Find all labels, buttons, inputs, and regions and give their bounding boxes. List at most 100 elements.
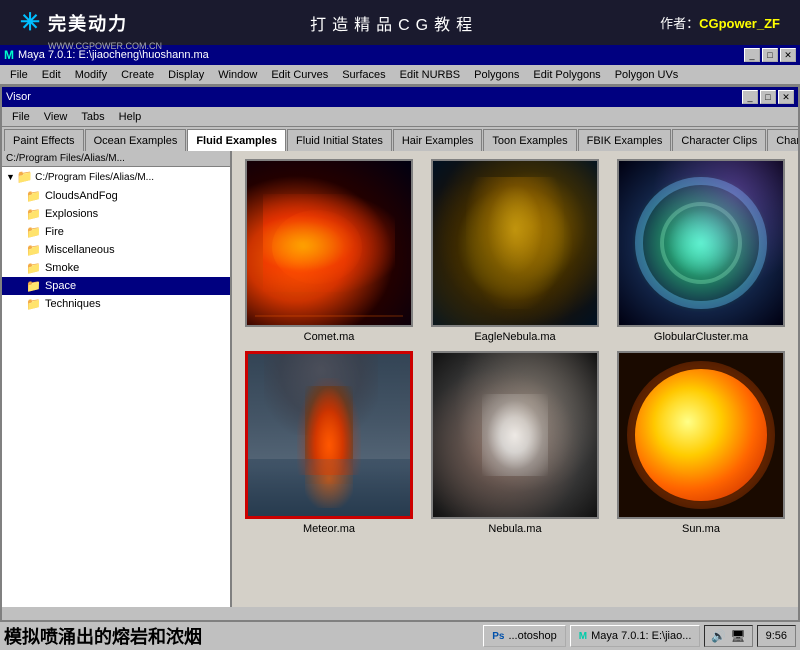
content-area: C:/Program Files/Alias/M... ▼ 📁 C:/Progr… [2, 151, 798, 607]
thumb-label-eagle-nebula: EagleNebula.ma [474, 331, 555, 343]
thumbnail-meteor[interactable]: Meteor.ma [240, 351, 418, 535]
thumb-label-comet: Comet.ma [304, 331, 355, 343]
menu-item-edit[interactable]: Edit [36, 67, 67, 83]
menu-item-create[interactable]: Create [115, 67, 160, 83]
menu-item-editcurves[interactable]: Edit Curves [265, 67, 334, 83]
visor-close-button[interactable]: ✕ [778, 90, 794, 104]
folder-icon-miscellaneous: 📁 [26, 243, 41, 257]
thumb-label-globular-cluster: GlobularCluster.ma [654, 331, 748, 343]
maya-taskbar-icon: M [579, 631, 587, 642]
visor-menu-help[interactable]: Help [113, 109, 148, 125]
visor-title: Visor [6, 91, 31, 103]
tree-item-miscellaneous[interactable]: 📁 Miscellaneous [2, 241, 230, 259]
thumb-img-eagle-nebula [431, 159, 599, 327]
thumb-img-sun [617, 351, 785, 519]
menu-item-editnurbs[interactable]: Edit NURBS [394, 67, 467, 83]
menu-item-display[interactable]: Display [162, 67, 210, 83]
photoshop-icon: Ps [492, 631, 504, 642]
tree-label-fire: Fire [45, 226, 64, 238]
menu-item-polygonuvs[interactable]: Polygon UVs [609, 67, 685, 83]
folder-icon-fire: 📁 [26, 225, 41, 239]
tree-label-techniques: Techniques [45, 298, 101, 310]
visor-titlebar: Visor _ □ ✕ [2, 87, 798, 107]
speaker-icon: 🔊 [711, 629, 726, 643]
tab-fluid-examples[interactable]: Fluid Examples [187, 129, 286, 151]
tab-character-clips[interactable]: Character Clips [672, 129, 766, 151]
thumb-img-globular-cluster [617, 159, 785, 327]
top-banner: ✳ 完美动力 WWW.CGPOWER.COM.CN 打造精品CG教程 作者：CG… [0, 0, 800, 45]
visor-menu-file[interactable]: File [6, 109, 36, 125]
tree-label-smoke: Smoke [45, 262, 79, 274]
tree-item-space[interactable]: 📁 Space [2, 277, 230, 295]
tree-root-icon: 📁 [17, 169, 33, 185]
maya-taskbar-label: Maya 7.0.1: E:\jiao... [591, 630, 691, 642]
tab-character-poses[interactable]: Character Poses [767, 129, 798, 151]
menu-item-window[interactable]: Window [212, 67, 263, 83]
taskbar-maya[interactable]: M Maya 7.0.1: E:\jiao... [570, 625, 701, 647]
visor-menu: File View Tabs Help [2, 107, 798, 127]
clock-area: 9:56 [757, 625, 796, 647]
maya-titlebar-controls[interactable]: _ □ ✕ [744, 48, 796, 62]
path-bar: C:/Program Files/Alias/M... [2, 151, 230, 167]
network-icon: 🖥 [730, 629, 745, 643]
tree-item-techniques[interactable]: 📁 Techniques [2, 295, 230, 313]
sys-tray: 🔊 🖥 [704, 625, 752, 647]
menu-item-file[interactable]: File [4, 67, 34, 83]
thumb-img-comet [245, 159, 413, 327]
thumbnail-eagle-nebula[interactable]: EagleNebula.ma [426, 159, 604, 343]
logo-cn-text: 完美动力 [48, 10, 128, 36]
tab-fluid-initial-states[interactable]: Fluid Initial States [287, 129, 392, 151]
thumbnail-sun[interactable]: Sun.ma [612, 351, 790, 535]
logo-snowflake: ✳ [20, 8, 40, 37]
visor-titlebar-controls[interactable]: _ □ ✕ [742, 90, 794, 104]
menu-item-surfaces[interactable]: Surfaces [336, 67, 391, 83]
banner-title: 打造精品CG教程 [310, 11, 478, 35]
tree-label-miscellaneous: Miscellaneous [45, 244, 115, 256]
left-panel: C:/Program Files/Alias/M... ▼ 📁 C:/Progr… [2, 151, 232, 607]
tab-ocean-examples[interactable]: Ocean Examples [85, 129, 187, 151]
right-panel[interactable]: Comet.ma EagleNebula.ma [232, 151, 798, 607]
taskbar-photoshop[interactable]: Ps ...otoshop [483, 625, 566, 647]
logo-url-text: WWW.CGPOWER.COM.CN [48, 41, 162, 51]
thumb-img-nebula [431, 351, 599, 519]
tree-label-cloudsandfog: CloudsAndFog [45, 190, 118, 202]
visor-menu-view[interactable]: View [38, 109, 74, 125]
tabs-container: Paint Effects Ocean Examples Fluid Examp… [2, 127, 798, 151]
visor-maximize-button[interactable]: □ [760, 90, 776, 104]
thumbnail-comet[interactable]: Comet.ma [240, 159, 418, 343]
tab-hair-examples[interactable]: Hair Examples [393, 129, 483, 151]
clock-time: 9:56 [766, 630, 787, 642]
visor-minimize-button[interactable]: _ [742, 90, 758, 104]
tree-root-arrow: ▼ [6, 172, 15, 182]
folder-icon-cloudsandfog: 📁 [26, 189, 41, 203]
menu-item-modify[interactable]: Modify [69, 67, 113, 83]
tree-item-explosions[interactable]: 📁 Explosions [2, 205, 230, 223]
banner-author-name: CGpower_ZF [699, 16, 780, 31]
thumb-label-nebula: Nebula.ma [488, 523, 541, 535]
thumbnails-grid: Comet.ma EagleNebula.ma [240, 159, 790, 535]
close-button[interactable]: ✕ [780, 48, 796, 62]
menu-item-editpolygons[interactable]: Edit Polygons [527, 67, 606, 83]
thumbnail-nebula[interactable]: Nebula.ma [426, 351, 604, 535]
thumb-label-sun: Sun.ma [682, 523, 720, 535]
tree-item-smoke[interactable]: 📁 Smoke [2, 259, 230, 277]
tree-root-item[interactable]: ▼ 📁 C:/Program Files/Alias/M... [2, 167, 230, 187]
maya-icon: M [4, 48, 14, 62]
tree-item-fire[interactable]: 📁 Fire [2, 223, 230, 241]
folder-icon-explosions: 📁 [26, 207, 41, 221]
tab-fbik-examples[interactable]: FBIK Examples [578, 129, 672, 151]
maximize-button[interactable]: □ [762, 48, 778, 62]
tab-toon-examples[interactable]: Toon Examples [483, 129, 576, 151]
tree-item-cloudsandfog[interactable]: 📁 CloudsAndFog [2, 187, 230, 205]
folder-icon-space: 📁 [26, 279, 41, 293]
minimize-button[interactable]: _ [744, 48, 760, 62]
visor-menu-tabs[interactable]: Tabs [75, 109, 110, 125]
thumbnail-globular-cluster[interactable]: GlobularCluster.ma [612, 159, 790, 343]
status-bar: 模拟喷涌出的熔岩和浓烟 Ps ...otoshop M Maya 7.0.1: … [0, 620, 800, 650]
status-text: 模拟喷涌出的熔岩和浓烟 [4, 623, 479, 649]
tab-paint-effects[interactable]: Paint Effects [4, 129, 84, 151]
menu-bar: FileEditModifyCreateDisplayWindowEdit Cu… [0, 65, 800, 85]
menu-item-polygons[interactable]: Polygons [468, 67, 525, 83]
photoshop-label: ...otoshop [508, 630, 556, 642]
tree-root-label: C:/Program Files/Alias/M... [35, 172, 154, 183]
